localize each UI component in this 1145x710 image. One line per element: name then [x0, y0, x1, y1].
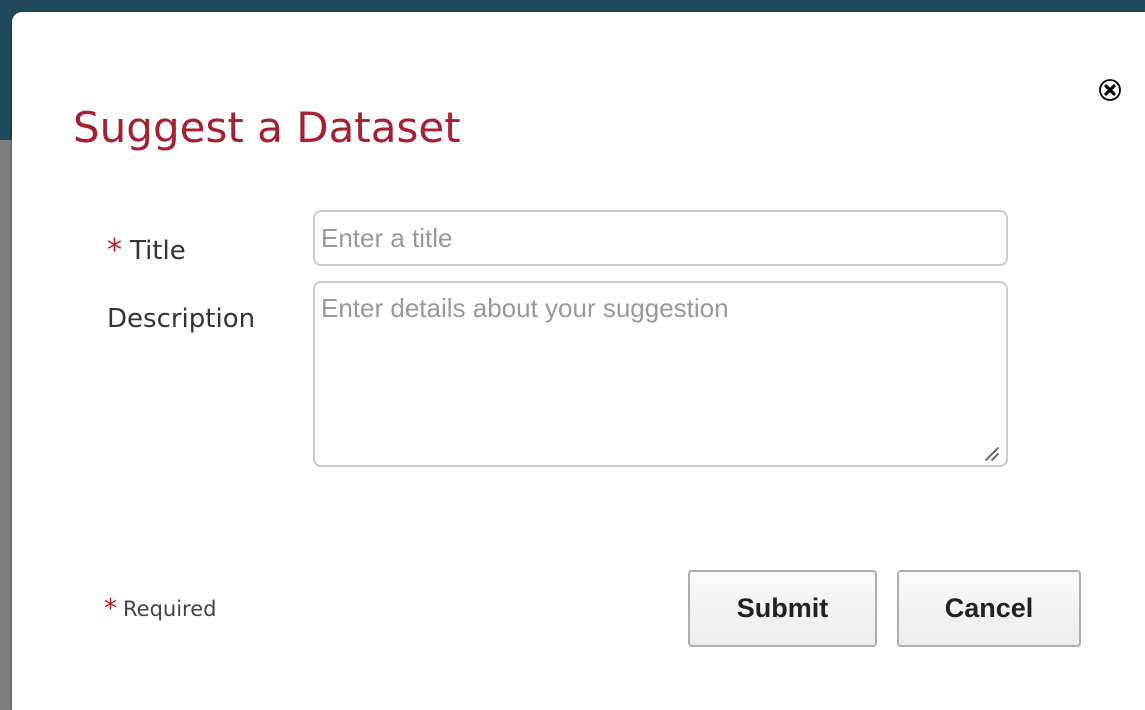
- submit-button[interactable]: Submit: [688, 570, 877, 647]
- close-icon: [1099, 79, 1121, 101]
- cancel-button[interactable]: Cancel: [897, 570, 1081, 647]
- required-star: *: [107, 233, 122, 268]
- close-button[interactable]: [1099, 79, 1121, 101]
- description-label: Description: [107, 304, 256, 334]
- resize-handle-icon[interactable]: [982, 444, 1000, 462]
- description-textarea[interactable]: [313, 281, 1008, 467]
- suggest-dataset-dialog: Suggest a Dataset *Title Description *Re…: [12, 12, 1145, 710]
- title-label: * Title: [107, 234, 186, 268]
- required-note-text: Required: [123, 597, 217, 621]
- required-note-star: *: [104, 594, 117, 624]
- title-label-text: Title: [130, 236, 186, 266]
- title-input[interactable]: [313, 210, 1008, 266]
- dialog-title: Suggest a Dataset: [73, 103, 461, 152]
- required-note: * Required: [104, 594, 216, 624]
